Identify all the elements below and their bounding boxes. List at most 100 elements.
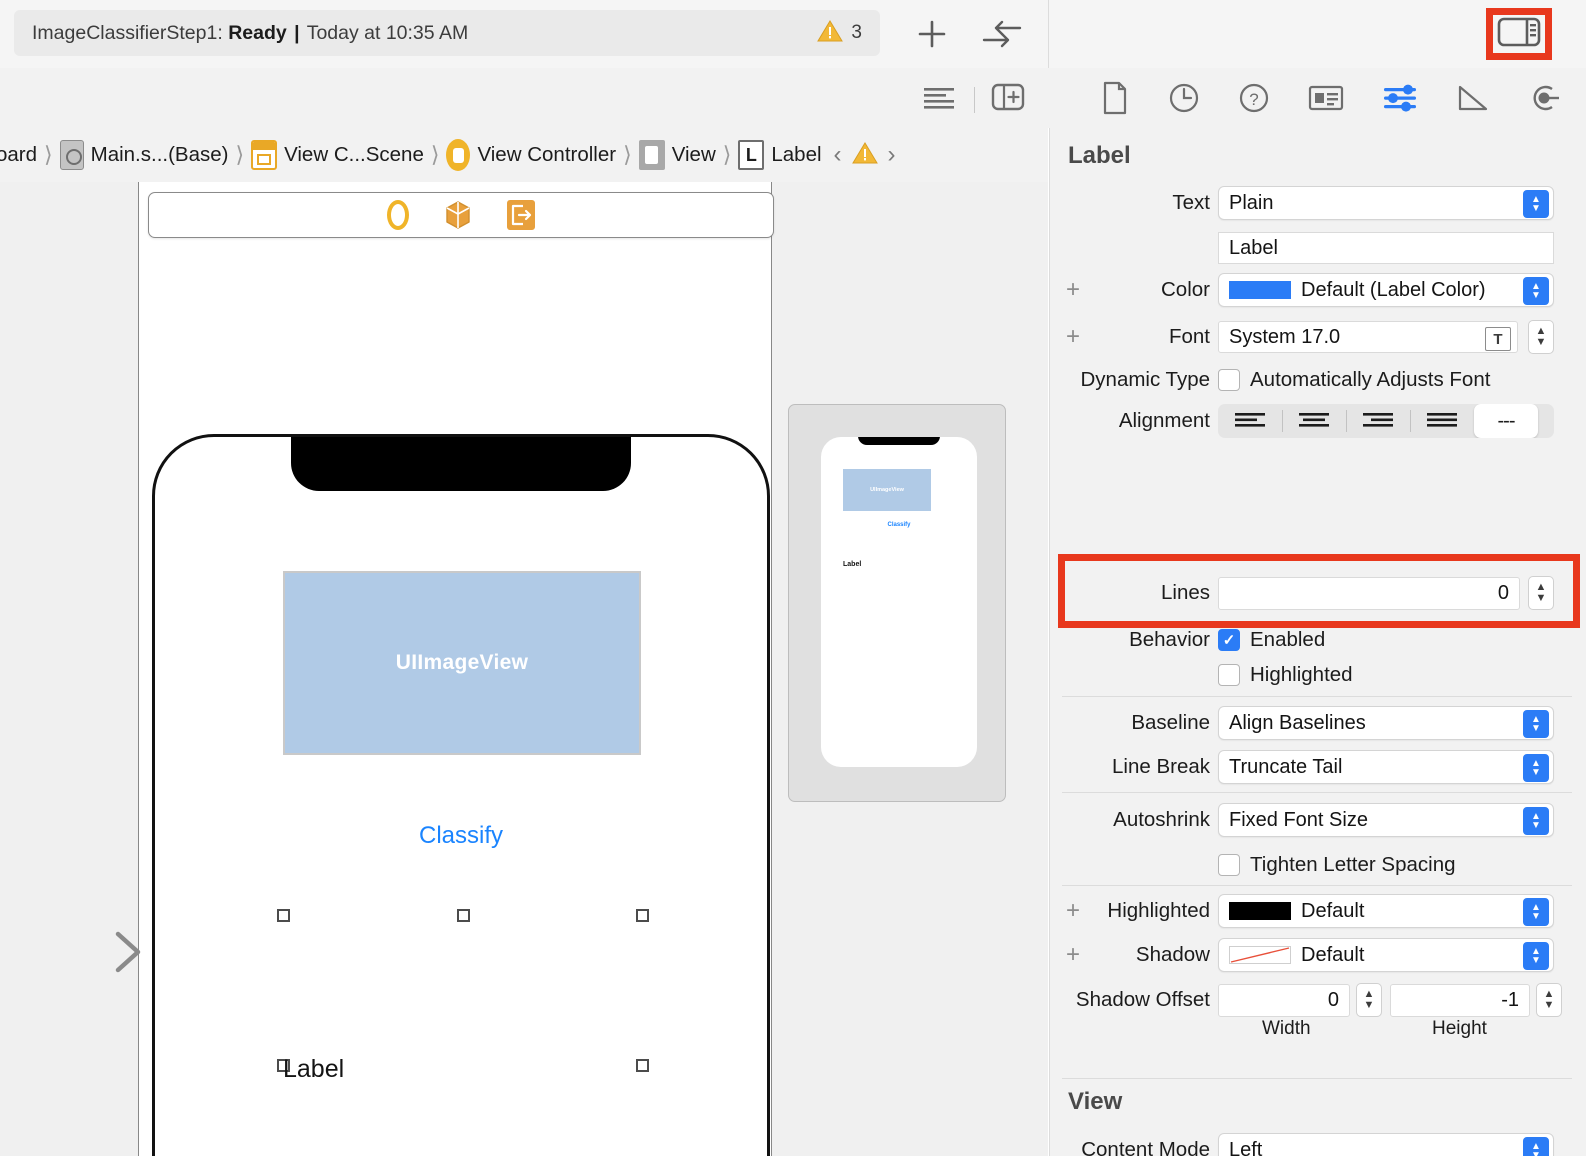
- resize-handle-middle-right[interactable]: [636, 1059, 649, 1072]
- lines-input[interactable]: 0: [1218, 576, 1520, 610]
- chevron-updown-icon: ▲ ▼: [1523, 807, 1549, 835]
- color-swatch: [1229, 281, 1291, 299]
- prev-issue-button[interactable]: ‹: [834, 141, 842, 169]
- breadcrumb-item-storyboard-truncated[interactable]: oard: [0, 143, 37, 167]
- view-icon: [638, 140, 665, 170]
- shadow-offset-height-value: -1: [1501, 988, 1519, 1011]
- connections-inspector-icon[interactable]: [1528, 82, 1560, 119]
- highlighted-color-swatch: [1229, 902, 1291, 920]
- status-warnings[interactable]: 3: [817, 19, 862, 48]
- library-add-button[interactable]: [908, 13, 956, 55]
- first-responder-dock-icon[interactable]: [445, 200, 471, 230]
- align-left-icon[interactable]: [1218, 404, 1282, 438]
- lines-label: Lines: [1160, 581, 1210, 604]
- row-highlighted-behavior: Highlighted: [1050, 655, 1586, 695]
- identity-inspector-icon[interactable]: [1308, 83, 1344, 118]
- color-label: Color: [1161, 278, 1210, 301]
- view-controller-icon: [446, 139, 471, 171]
- text-value: Label: [1229, 236, 1278, 259]
- shadow-offset-width-stepper[interactable]: ▲ ▼: [1356, 983, 1382, 1017]
- inspector-panel-toggle-icon[interactable]: [1497, 16, 1541, 53]
- exit-dock-icon[interactable]: [507, 200, 535, 230]
- navigate-swap-button[interactable]: [976, 13, 1028, 55]
- shadow-popup[interactable]: Default ▲ ▼: [1218, 938, 1554, 972]
- next-issue-button[interactable]: ›: [888, 141, 896, 169]
- resize-handle-top-right[interactable]: [636, 909, 649, 922]
- chevron-updown-icon: ▲ ▼: [1523, 1137, 1549, 1156]
- shadow-offset-height-input[interactable]: -1: [1390, 983, 1530, 1017]
- shadow-offset-height-stepper[interactable]: ▲ ▼: [1536, 983, 1562, 1017]
- line-break-label: Line Break: [1111, 755, 1210, 778]
- align-center-icon[interactable]: [1282, 404, 1346, 438]
- view-controller-dock-icon[interactable]: [387, 200, 409, 230]
- align-right-icon[interactable]: [1346, 404, 1410, 438]
- warning-triangle-icon[interactable]: [851, 141, 878, 170]
- tighten-letter-spacing-checkbox[interactable]: [1218, 854, 1240, 876]
- color-value: Default (Label Color): [1301, 278, 1486, 301]
- text-value-input[interactable]: Label: [1218, 232, 1554, 264]
- breadcrumb-item-view[interactable]: View: [638, 140, 716, 170]
- breadcrumb-label: Main.s...(Base): [90, 143, 229, 166]
- preview-card[interactable]: UIImageView Classify Label: [788, 404, 1006, 802]
- label-selection[interactable]: Label: [277, 909, 649, 1156]
- lines-value: 0: [1497, 581, 1509, 604]
- font-picker-icon[interactable]: T: [1485, 327, 1511, 351]
- row-shadow-offset: Shadow Offset 0 ▲ ▼ -1 ▲ ▼: [1050, 980, 1586, 1020]
- alignment-segmented-control[interactable]: ---: [1218, 404, 1554, 438]
- font-stepper[interactable]: ▲ ▼: [1528, 320, 1554, 354]
- text-type-value: Plain: [1229, 191, 1274, 214]
- history-inspector-icon[interactable]: [1168, 81, 1200, 120]
- breadcrumb-item-view-controller[interactable]: View Controller: [446, 139, 616, 171]
- classify-button[interactable]: Classify: [155, 822, 767, 850]
- enabled-checkbox[interactable]: ✓: [1218, 629, 1240, 651]
- activity-status-pill[interactable]: ImageClassifierStep1: Ready | Today at 1…: [14, 10, 880, 56]
- breadcrumb: oard ⟩ Main.s...(Base) ⟩ View C...Scene …: [0, 128, 1048, 182]
- font-field[interactable]: System 17.0 T: [1218, 321, 1518, 353]
- autoshrink-label: Autoshrink: [1113, 808, 1210, 831]
- attributes-inspector-icon[interactable]: [1382, 83, 1418, 118]
- line-break-popup[interactable]: Truncate Tail ▲ ▼: [1218, 750, 1554, 784]
- breadcrumb-item-main-storyboard[interactable]: Main.s...(Base): [59, 140, 229, 170]
- help-inspector-icon[interactable]: ?: [1238, 81, 1270, 120]
- shadow-offset-height-caption: Height: [1432, 1018, 1487, 1039]
- row-dynamic-type: Dynamic Type Automatically Adjusts Font: [1050, 360, 1586, 400]
- color-popup[interactable]: Default (Label Color) ▲ ▼: [1218, 273, 1554, 307]
- row-lines: Lines 0 ▲ ▼: [1050, 573, 1586, 613]
- breadcrumb-item-label[interactable]: L Label: [738, 140, 822, 170]
- shadow-offset-width-input[interactable]: 0: [1218, 983, 1350, 1017]
- warning-triangle-icon: [817, 19, 844, 48]
- align-natural-default-option[interactable]: ---: [1474, 404, 1538, 438]
- assistant-editor-add-icon[interactable]: [991, 82, 1025, 117]
- content-mode-popup[interactable]: Left ▲ ▼: [1218, 1133, 1554, 1156]
- breadcrumb-item-scene[interactable]: View C...Scene: [251, 140, 424, 170]
- baseline-popup[interactable]: Align Baselines ▲ ▼: [1218, 706, 1554, 740]
- iphone-device-canvas[interactable]: UIImageView Classify Label: [152, 434, 770, 1156]
- highlighted-color-popup[interactable]: Default ▲ ▼: [1218, 894, 1554, 928]
- storyboard-file-icon: [59, 140, 84, 170]
- shadow-value: Default: [1301, 943, 1365, 966]
- editor-mode-icons: [920, 82, 1025, 117]
- font-value: System 17.0: [1229, 325, 1341, 348]
- lines-stepper[interactable]: ▲ ▼: [1528, 576, 1554, 610]
- inspector-section-title: Label: [1068, 142, 1131, 169]
- font-label: Font: [1168, 325, 1210, 348]
- resize-handle-top-left[interactable]: [277, 909, 290, 922]
- chevron-updown-icon: ▲ ▼: [1523, 754, 1549, 782]
- resize-handle-top-center[interactable]: [457, 909, 470, 922]
- autoshrink-popup[interactable]: Fixed Font Size ▲ ▼: [1218, 803, 1554, 837]
- align-justified-icon[interactable]: [1410, 404, 1474, 438]
- interface-builder-canvas[interactable]: UIImageView Classify Label UIImageView C…: [0, 182, 1048, 1156]
- text-type-popup[interactable]: Plain ▲ ▼: [1218, 186, 1554, 220]
- ui-image-view[interactable]: UIImageView: [283, 571, 641, 755]
- attributes-inspector[interactable]: Label Text Plain ▲ ▼ Label + Color Defau…: [1049, 128, 1586, 1156]
- auto-adjusts-font-checkbox[interactable]: [1218, 369, 1240, 391]
- baseline-value: Align Baselines: [1229, 711, 1366, 734]
- scene-dock[interactable]: [148, 192, 774, 238]
- size-inspector-icon[interactable]: [1456, 83, 1490, 118]
- document-outline-icon[interactable]: [920, 82, 958, 117]
- row-alignment: Alignment ---: [1050, 401, 1586, 441]
- shadow-color-swatch: [1229, 946, 1291, 964]
- svg-text:?: ?: [1249, 90, 1258, 109]
- highlighted-checkbox[interactable]: [1218, 664, 1240, 686]
- file-inspector-icon[interactable]: [1100, 81, 1130, 120]
